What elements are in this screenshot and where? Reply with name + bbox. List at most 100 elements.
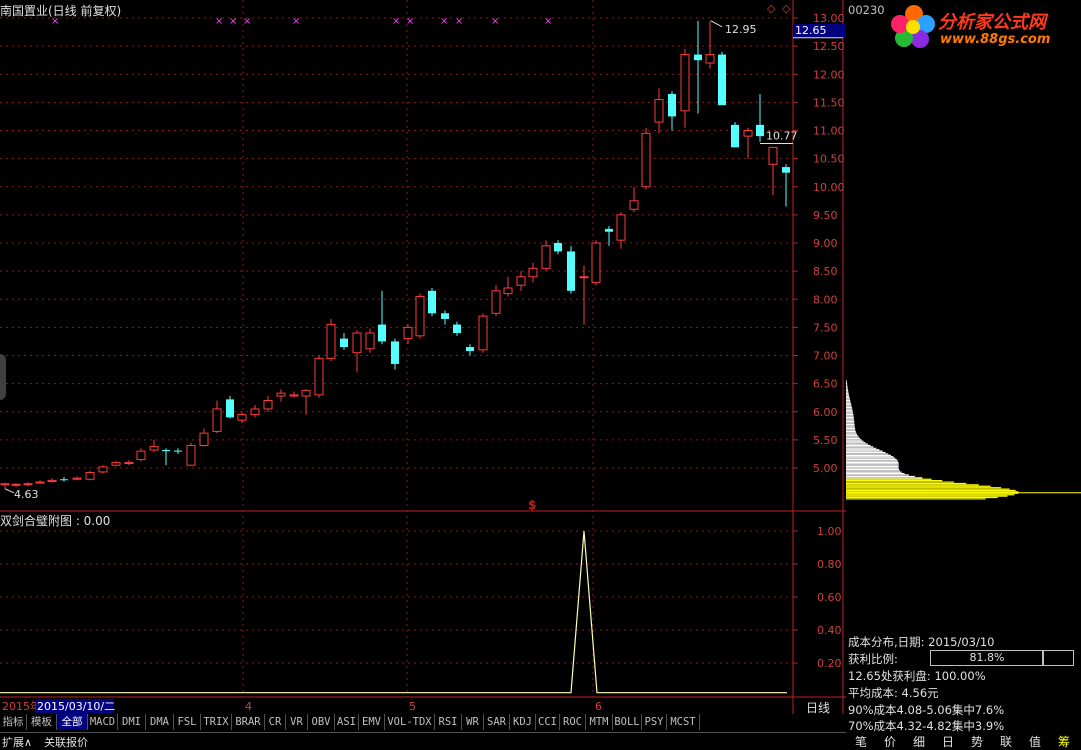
tab-brar[interactable]: BRAR: [232, 714, 265, 730]
stock-code: 00230: [848, 3, 885, 17]
tab-指标[interactable]: 指标: [0, 714, 27, 730]
cost-title: 成本分布,日期: 2015/03/10: [848, 635, 995, 649]
chip-distribution-chart: [846, 380, 1081, 500]
candle-body-up: [579, 276, 589, 279]
tab-vr[interactable]: VR: [286, 714, 308, 730]
indicator-tab-bar: 指标 模板 全部 MACD DMI DMA FSL TRIX BRAR CR VR OBV ASI EMV…: [0, 714, 846, 731]
candle-body-up: [149, 446, 159, 451]
right-tab-6[interactable]: 值: [1022, 733, 1048, 750]
tab-sar[interactable]: SAR: [484, 714, 510, 730]
candle-body-up: [111, 461, 121, 466]
high-pointer: [710, 20, 723, 28]
tab-obv[interactable]: OBV: [308, 714, 335, 730]
profit-ratio-bar: 81.8%: [930, 650, 1044, 666]
price-axis-label: 11.00: [813, 125, 845, 138]
indicator-axis-label: 1.00: [817, 525, 842, 538]
tab-cci[interactable]: CCI: [536, 714, 560, 730]
expand-handle[interactable]: [0, 354, 6, 400]
candle-body-up: [403, 326, 413, 340]
tab-roc[interactable]: ROC: [560, 714, 586, 730]
candle-body-up: [491, 290, 501, 314]
right-tab-0[interactable]: 笔: [848, 733, 874, 750]
signal-marker: ×: [440, 16, 448, 27]
mid-label: 10.77: [766, 129, 798, 142]
tab-cr[interactable]: CR: [265, 714, 286, 730]
price-axis-label: 8.00: [813, 293, 838, 306]
price-axis-label: 10.50: [813, 153, 845, 166]
tab-mcst[interactable]: MCST: [667, 714, 700, 730]
price-axis-label: 11.50: [813, 96, 845, 109]
candle-body-up: [591, 242, 601, 283]
signal-marker: ×: [544, 16, 552, 27]
candle-body-up: [263, 400, 273, 410]
right-tab-2[interactable]: 细: [906, 733, 932, 750]
tab-boll[interactable]: BOLL: [613, 714, 642, 730]
tab-wr[interactable]: WR: [462, 714, 484, 730]
signal-marker: ×: [229, 16, 237, 27]
candle-body-down: [694, 54, 702, 61]
right-tab-1[interactable]: 价: [877, 733, 903, 750]
candle-body-up: [250, 408, 260, 416]
tab-psy[interactable]: PSY: [642, 714, 667, 730]
chart-title: 南国置业(日线 前复权): [0, 4, 122, 18]
price-axis-label: 7.50: [813, 321, 838, 334]
candle-body-up: [743, 130, 753, 137]
candle-body-down: [718, 54, 726, 106]
event-marker: $: [528, 498, 536, 512]
candle-body-up: [47, 479, 57, 482]
candle-body-down: [668, 93, 676, 117]
candle-body-down: [453, 324, 461, 333]
candle-body-up: [680, 54, 690, 112]
month-label: 5: [409, 700, 416, 713]
tab-模板[interactable]: 模板: [27, 714, 57, 730]
candle-body-down: [466, 347, 474, 351]
candle-body-up: [503, 287, 513, 295]
tab-vol-tdx[interactable]: VOL-TDX: [385, 714, 435, 730]
candle-body-down: [340, 338, 348, 348]
indicator-axis-label: 0.60: [817, 591, 842, 604]
candle-body-up: [72, 477, 82, 480]
tab-dma[interactable]: DMA: [146, 714, 174, 730]
right-panel-tabs: 笔价细日势联值筹: [846, 733, 1081, 749]
tab-fsl[interactable]: FSL: [174, 714, 201, 730]
year-label: 2015年: [2, 699, 41, 713]
candle-body-down: [378, 324, 386, 342]
tab-mtm[interactable]: MTM: [586, 714, 613, 730]
candle-body-up: [237, 414, 247, 421]
candle-body-up: [616, 214, 626, 241]
candle-body-down: [567, 251, 575, 291]
kline-chart[interactable]: 13.0012.5012.0011.5011.0010.5010.009.509…: [0, 0, 846, 714]
candle-body-up: [516, 276, 526, 286]
linked-quote-button[interactable]: 关联报价: [44, 734, 88, 750]
expand-button[interactable]: 扩展∧: [2, 734, 32, 750]
right-tab-7[interactable]: 筹: [1051, 733, 1077, 750]
tab-dmi[interactable]: DMI: [118, 714, 146, 730]
candle-body-up: [528, 267, 538, 278]
candle-body-up: [541, 245, 551, 269]
candle-body-down: [428, 290, 436, 314]
indicator-line: [0, 530, 787, 694]
candle-body-up: [35, 481, 45, 484]
candle-body-down: [441, 313, 449, 319]
candle-body-up: [85, 472, 95, 480]
right-tab-5[interactable]: 联: [993, 733, 1019, 750]
cost-90: 90%成本4.08-5.06集中7.6%: [848, 703, 1005, 717]
tab-macd[interactable]: MACD: [88, 714, 118, 730]
tab-全部[interactable]: 全部: [57, 714, 88, 730]
signal-marker: ×: [243, 16, 251, 27]
signal-marker: ×: [215, 16, 223, 27]
tab-rsi[interactable]: RSI: [435, 714, 462, 730]
right-tab-4[interactable]: 势: [964, 733, 990, 750]
signal-marker: ×: [406, 16, 414, 27]
price-axis-label: 12.00: [813, 68, 845, 81]
signal-marker: ×: [455, 16, 463, 27]
profit-label: 获利比例:: [848, 652, 898, 666]
right-tab-3[interactable]: 日: [935, 733, 961, 750]
tab-emv[interactable]: EMV: [359, 714, 385, 730]
tab-trix[interactable]: TRIX: [201, 714, 232, 730]
tab-asi[interactable]: ASI: [335, 714, 359, 730]
price-axis-label: 6.00: [813, 406, 838, 419]
candle-body-up: [186, 445, 196, 466]
signal-marker: ×: [292, 16, 300, 27]
tab-kdj[interactable]: KDJ: [510, 714, 536, 730]
